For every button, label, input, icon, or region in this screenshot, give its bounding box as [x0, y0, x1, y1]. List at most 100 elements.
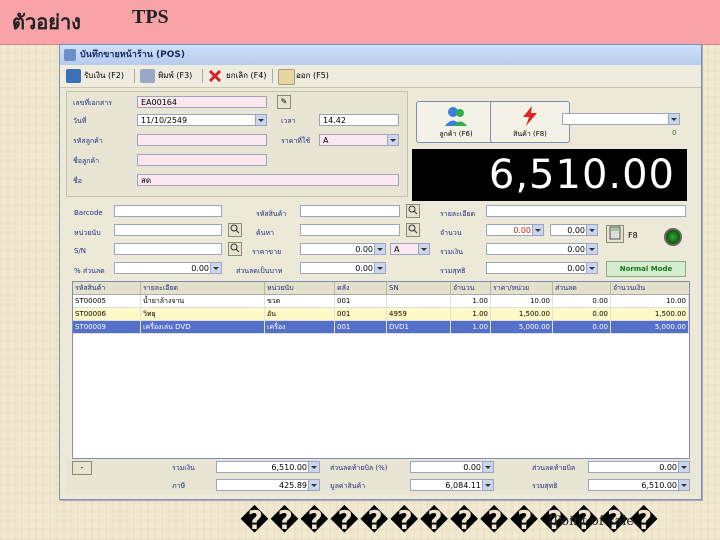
chevron-down-icon [678, 462, 689, 472]
customer-button-label: ลูกค้า (F6) [439, 130, 473, 138]
print-icon [140, 69, 155, 83]
vat-field[interactable]: 425.89 [216, 479, 320, 491]
cell-discount: 0.00 [553, 321, 611, 333]
toolbar-separator [134, 69, 135, 83]
search-icon [230, 224, 240, 234]
window-title: บันทึกขายหน้าร้าน (POS) [80, 50, 185, 60]
app-icon [64, 49, 76, 61]
chevron-down-icon [586, 263, 597, 273]
doc-search-button[interactable]: ✎ [277, 95, 291, 109]
product-search-button[interactable] [406, 204, 420, 218]
cell-price: 5,000.00 [491, 321, 553, 333]
sum-field[interactable]: 6,510.00 [216, 461, 320, 473]
qty-input[interactable]: 0.00 [486, 224, 544, 236]
cancel-button[interactable]: ยกเลิก (F4) [206, 68, 267, 84]
price-level-entry-value: A [394, 245, 400, 254]
search-label: ค้นหา [256, 229, 275, 237]
discount-baht-input[interactable]: 0.00 [300, 262, 386, 274]
lightning-icon [523, 106, 537, 126]
items-grid[interactable]: รหัสสินค้า รายละเอียด หน่วยนับ คลัง SN จ… [72, 281, 690, 459]
before-vat-field[interactable]: 6,084.11 [410, 479, 494, 491]
table-row[interactable]: ST00006 วิทยุ อัน 001 4959 1.00 1,500.00… [73, 308, 689, 321]
customer-button[interactable]: ลูกค้า (F6) [416, 101, 496, 143]
net-input[interactable]: 0.00 [486, 262, 598, 274]
footer-net-label: รวมสุทธิ [532, 482, 558, 490]
column-header[interactable]: คลัง [335, 282, 387, 294]
slide-caption-sub: (Point of sale [548, 514, 635, 529]
calculator-button[interactable] [606, 225, 624, 243]
chevron-down-icon [255, 115, 266, 125]
cell-sn: 4959 [387, 308, 451, 320]
sn-search-button[interactable] [228, 242, 242, 256]
discount-baht-value: 0.00 [355, 264, 373, 273]
save-button[interactable]: รับเงิน (F2) [64, 68, 124, 84]
cell-code: ST00009 [73, 321, 141, 333]
remove-row-button[interactable]: - [72, 461, 92, 475]
customer-code-field[interactable] [137, 134, 267, 146]
exit-button[interactable]: ออก (F5) [276, 68, 329, 85]
discount-pct-input[interactable]: 0.00 [114, 262, 222, 274]
top-right-select[interactable] [562, 113, 680, 125]
column-header[interactable]: ราคา/หน่วย [491, 282, 553, 294]
sn-input[interactable] [114, 243, 222, 255]
net-value: 0.00 [567, 264, 585, 273]
exit-button-label: ออก (F5) [296, 71, 329, 80]
qty2-value: 0.00 [567, 226, 585, 235]
doc-no-field[interactable]: EA00164 [137, 96, 267, 108]
name-field[interactable]: สด [137, 174, 399, 186]
time-label: เวลา [281, 117, 296, 125]
save-icon [66, 69, 81, 83]
footer-net-field[interactable]: 6,510.00 [588, 479, 690, 491]
date-field[interactable]: 11/10/2549 [137, 114, 267, 126]
amount-input[interactable]: 0.00 [486, 243, 598, 255]
price-level-select[interactable]: A [319, 134, 399, 146]
chevron-down-icon [678, 480, 689, 490]
discount-baht-label: ส่วนลดเป็นบาท [236, 267, 283, 275]
time-field[interactable]: 14.42 [319, 114, 399, 126]
column-header[interactable]: จำนวนเงิน [611, 282, 689, 294]
save-button-label: รับเงิน (F2) [84, 71, 124, 80]
bill-discount-label: ส่วนลดท้ายบิล [532, 464, 576, 472]
cell-qty: 1.00 [451, 295, 491, 307]
unit-input[interactable] [114, 224, 222, 236]
product-button[interactable]: สินค้า (F8) [490, 101, 570, 143]
cell-warehouse: 001 [335, 308, 387, 320]
cell-qty: 1.00 [451, 321, 491, 333]
qty-value: 0.00 [513, 226, 531, 235]
column-header[interactable]: ส่วนลด [553, 282, 611, 294]
search-button[interactable] [406, 223, 420, 237]
chevron-down-icon [308, 480, 319, 490]
product-code-input[interactable] [300, 205, 400, 217]
table-row[interactable]: ST00005 น้ำยาล้างจาน ขวด 001 1.00 10.00 … [73, 295, 689, 308]
barcode-input[interactable] [114, 205, 222, 217]
totals-footer: - รวมเงิน 6,510.00 ส่วนลดท้ายบิล (%) 0.0… [66, 459, 696, 495]
pos-window: บันทึกขายหน้าร้าน (POS) รับเงิน (F2) พิม… [59, 44, 702, 500]
price-input[interactable]: 0.00 [300, 243, 386, 255]
cell-discount: 0.00 [553, 308, 611, 320]
column-header[interactable]: รหัสสินค้า [73, 282, 141, 294]
detail-input[interactable] [486, 205, 686, 217]
window-title-bar: บันทึกขายหน้าร้าน (POS) [60, 45, 701, 65]
column-header[interactable]: หน่วยนับ [265, 282, 335, 294]
bill-discount-field[interactable]: 0.00 [588, 461, 690, 473]
chevron-down-icon [210, 263, 221, 273]
cell-sn [387, 295, 451, 307]
unit-search-button[interactable] [228, 223, 242, 237]
column-header[interactable]: รายละเอียด [141, 282, 265, 294]
cell-detail: เครื่องเล่น DVD [141, 321, 265, 333]
exit-icon [278, 69, 295, 85]
name-label: ชื่อ [73, 177, 82, 185]
print-button[interactable]: พิมพ์ (F3) [138, 68, 192, 84]
search-input[interactable] [300, 224, 400, 236]
qty2-input[interactable]: 0.00 [550, 224, 598, 236]
chevron-down-icon [308, 462, 319, 472]
column-header[interactable]: จำนวน [451, 282, 491, 294]
column-header[interactable]: SN [387, 282, 451, 294]
discount-field[interactable]: 0.00 [410, 461, 494, 473]
table-row-selected[interactable]: ST00009 เครื่องเล่น DVD เครื่อง 001 DVD1… [73, 321, 689, 334]
date-value: 11/10/2549 [141, 116, 188, 125]
chevron-down-icon [374, 263, 385, 273]
price-level-entry-select[interactable]: A [390, 243, 430, 255]
before-vat-label: มูลค่าสินค้า [330, 482, 366, 490]
customer-name-field[interactable] [137, 154, 267, 166]
